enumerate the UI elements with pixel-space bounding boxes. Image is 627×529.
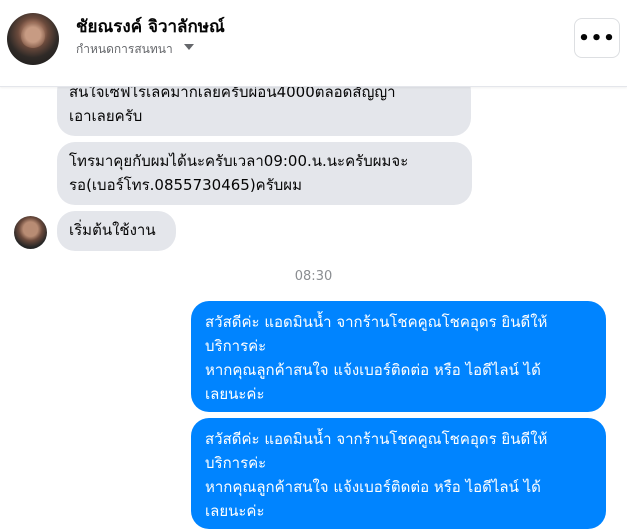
incoming-message[interactable]: เริ่มต้นใช้งาน xyxy=(57,211,176,251)
chevron-down-icon[interactable] xyxy=(184,44,194,50)
message-timestamp: 08:30 xyxy=(294,269,333,284)
conversation-schedule-link[interactable]: กำหนดการสนทนา xyxy=(76,40,173,59)
outgoing-message[interactable]: สวัสดีค่ะ แอดมินน้ำ จากร้านโชคคูณโชคอุดร… xyxy=(191,301,606,412)
contact-avatar[interactable] xyxy=(7,13,59,65)
incoming-message[interactable]: โทรมาคุยกับผมได้นะครับเวลา09:00.น.นะครับ… xyxy=(57,142,472,205)
more-dots-icon: ••• xyxy=(578,27,616,49)
contact-avatar[interactable] xyxy=(14,216,47,249)
contact-name[interactable]: ชัยณรงค์ จิวาลักษณ์ xyxy=(76,13,225,40)
more-options-button[interactable]: ••• xyxy=(574,18,620,58)
conversation-header: ชัยณรงค์ จิวาลักษณ์ กำหนดการสนทนา ••• xyxy=(0,0,627,87)
outgoing-message[interactable]: สวัสดีค่ะ แอดมินน้ำ จากร้านโชคคูณโชคอุดร… xyxy=(191,418,606,529)
